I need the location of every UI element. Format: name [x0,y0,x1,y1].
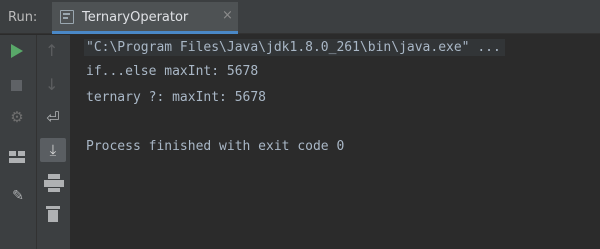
console-exit-message: Process finished with exit code 0 [86,139,345,154]
console-output[interactable]: "C:\Program Files\Java\jdk1.8.0_261\bin\… [72,35,600,249]
stop-icon[interactable] [11,80,22,91]
run-tool-window-header: Run: TernaryOperator × [0,0,600,34]
down-stack-icon[interactable]: ↓ [45,75,58,94]
console-icon [60,10,74,24]
print-icon[interactable] [44,174,64,192]
scroll-to-end-icon[interactable]: ⤓ [40,138,66,162]
rerun-debug-icon[interactable]: ⚙ [9,110,25,125]
run-toolbar-right: ↑ ↓ ⏎ ⤓ [37,35,71,249]
rerun-icon[interactable] [11,44,23,58]
pin-tab-icon[interactable]: ✎ [10,188,26,204]
clear-all-icon[interactable] [46,206,60,222]
console-output-line: ternary ?: maxInt: 5678 [86,90,267,105]
tab-ternary-operator[interactable]: TernaryOperator × [52,2,238,34]
run-toolbar-left: ⚙ ✎ [0,35,37,249]
close-icon[interactable]: × [222,8,233,23]
console-output-line: if...else maxInt: 5678 [86,64,259,79]
console-command-line[interactable]: "C:\Program Files\Java\jdk1.8.0_261\bin\… [84,39,505,56]
soft-wrap-icon[interactable]: ⏎ [42,108,64,128]
restore-layout-icon[interactable] [9,151,25,163]
up-stack-icon[interactable]: ↑ [45,41,58,60]
tab-title: TernaryOperator [82,10,189,25]
run-label: Run: [8,10,38,25]
